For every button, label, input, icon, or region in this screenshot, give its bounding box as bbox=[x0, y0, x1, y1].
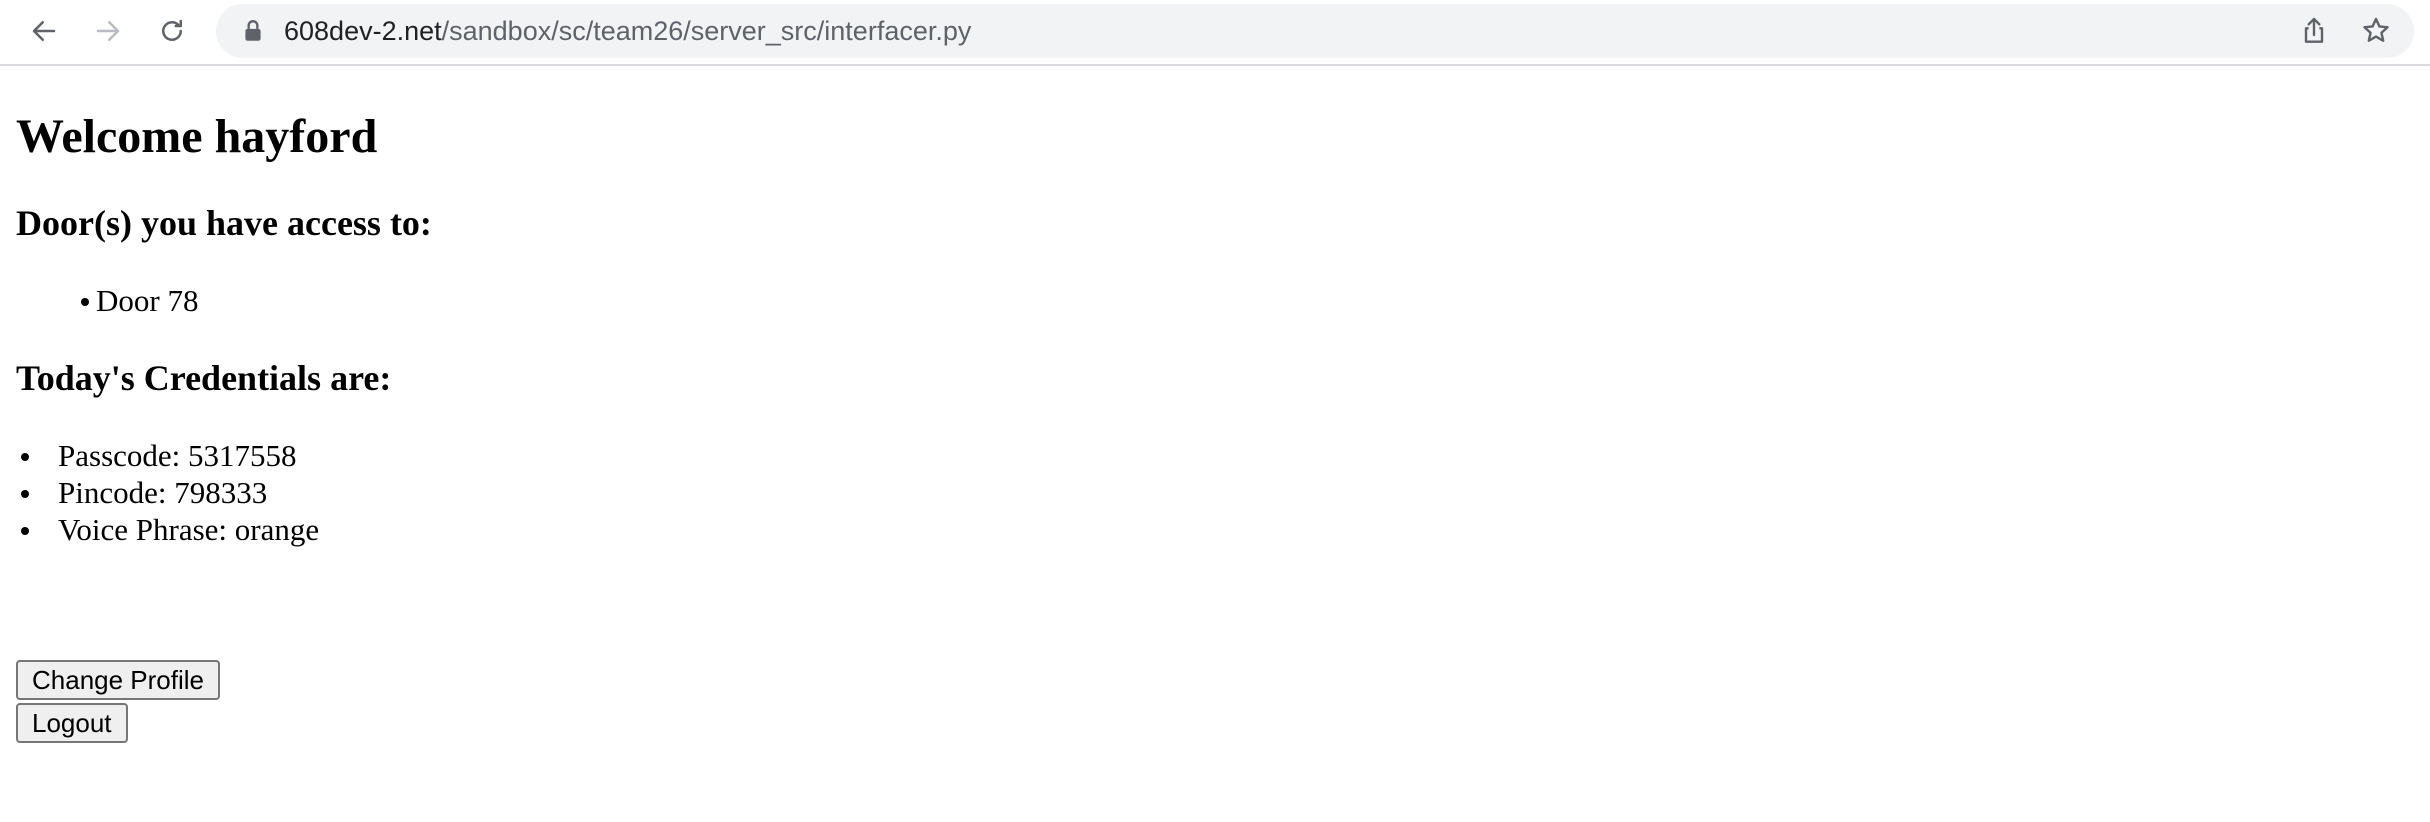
credentials-heading: Today's Credentials are: bbox=[16, 358, 392, 398]
back-button[interactable] bbox=[22, 9, 66, 53]
list-item: Voice Phrase: orange bbox=[21, 511, 320, 548]
browser-toolbar: 608dev-2.net/sandbox/sc/team26/server_sr… bbox=[0, 0, 2430, 66]
url-path: /sandbox/sc/team26/server_src/interfacer… bbox=[441, 16, 972, 46]
address-bar[interactable]: 608dev-2.net/sandbox/sc/team26/server_sr… bbox=[216, 4, 2414, 58]
pincode-text: Pincode: 798333 bbox=[58, 475, 268, 510]
bullet bbox=[81, 298, 89, 306]
change-profile-button[interactable]: Change Profile bbox=[16, 660, 220, 700]
list-item: Pincode: 798333 bbox=[21, 474, 319, 511]
lock-icon bbox=[245, 20, 261, 41]
bullet bbox=[21, 527, 29, 535]
doors-list: Door 78 bbox=[81, 282, 199, 319]
bullet bbox=[21, 490, 29, 498]
url-host: 608dev-2.net bbox=[284, 16, 442, 46]
voice-phrase-text: Voice Phrase: orange bbox=[58, 512, 320, 547]
reload-button[interactable] bbox=[150, 9, 194, 53]
list-item: Door 78 bbox=[81, 282, 199, 319]
url-text[interactable]: 608dev-2.net/sandbox/sc/team26/server_sr… bbox=[284, 4, 971, 58]
door-label: Door 78 bbox=[96, 283, 199, 318]
reload-icon bbox=[162, 19, 182, 41]
forward-button[interactable] bbox=[86, 9, 130, 53]
arrow-right-icon bbox=[96, 21, 120, 41]
welcome-heading: Welcome hayford bbox=[16, 110, 378, 163]
star-icon[interactable] bbox=[2360, 15, 2392, 47]
list-item: Passcode: 5317558 bbox=[21, 437, 319, 474]
share-icon[interactable] bbox=[2298, 15, 2330, 47]
credentials-list: Passcode: 5317558 Pincode: 798333 Voice … bbox=[21, 437, 320, 548]
bullet bbox=[21, 453, 29, 461]
passcode-text: Passcode: 5317558 bbox=[58, 438, 297, 473]
arrow-left-icon bbox=[32, 21, 56, 41]
doors-heading: Door(s) you have access to: bbox=[16, 203, 432, 243]
logout-button[interactable]: Logout bbox=[16, 703, 128, 743]
